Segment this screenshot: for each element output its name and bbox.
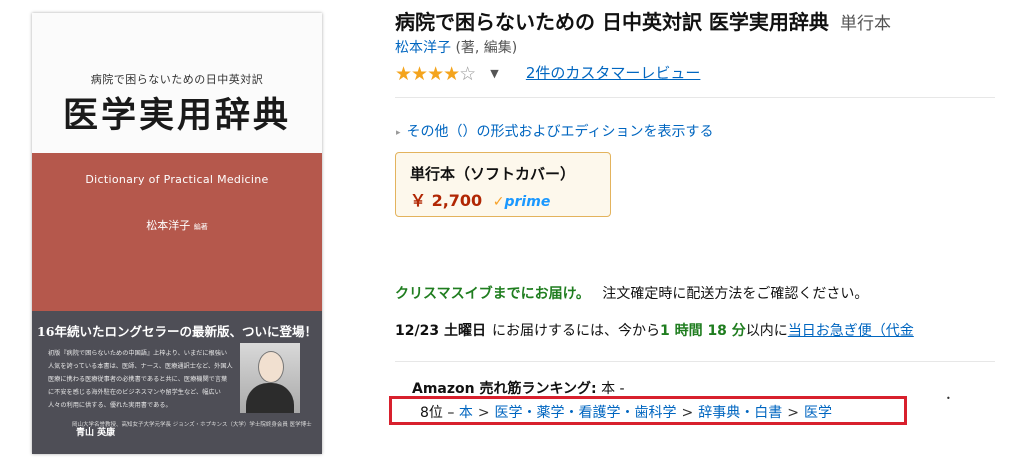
author-role: (著, 編集) xyxy=(451,40,518,56)
cover-author-role: 編著 xyxy=(193,223,208,231)
binding-label: 単行本 xyxy=(840,14,892,34)
breadcrumb-separator: > xyxy=(477,405,490,421)
cover-author: 松本洋子 編著 xyxy=(32,217,322,233)
cover-blurb: 初版『病院で困らないための中国語』上梓より、いまだに根強い人気を誇っている本書は… xyxy=(48,350,233,409)
empty-star-icon: ☆ xyxy=(459,63,476,85)
cover-middle-band: Dictionary of Practical Medicine 松本洋子 編著 xyxy=(32,153,322,311)
cover-recommender: 岡山大学名誉教授、高知女子大学元学長 ジョンズ・ホプキンス（大学）学士院終身会員… xyxy=(72,421,312,438)
photo-suit-shape xyxy=(246,383,294,413)
format-name: 単行本（ソフトカバー） xyxy=(410,165,576,183)
recommender-role: 医学博士 xyxy=(289,422,312,428)
prime-check-icon: ✓ xyxy=(492,194,505,210)
breadcrumb-link-medicine-pharmacy[interactable]: 医学・薬学・看護学・歯科学 xyxy=(495,405,677,421)
breadcrumb-link-books[interactable]: 本 xyxy=(459,405,473,421)
format-price-row: ￥ 2,700 ✓prime xyxy=(410,187,550,211)
delivery-eta-row: 12/23 土曜日 にお届けするには、今から1 時間 18 分以内に当日お急ぎ便（… xyxy=(395,320,914,340)
delivery-note: 注文確定時に配送方法をご確認ください。 xyxy=(602,286,869,302)
cover-top-panel: 病院で困らないための日中英対訳 医学実用辞典 xyxy=(32,13,322,153)
delivery-promo-row: クリスマスイブまでにお届け。 注文確定時に配送方法をご確認ください。 xyxy=(395,283,868,303)
dot-mark: • xyxy=(946,394,951,403)
order-countdown: 1 時間 18 分 xyxy=(659,323,746,339)
recommender-photo xyxy=(240,343,300,413)
recommender-name: 青山 英康 xyxy=(76,428,116,438)
other-formats-label: その他（）の形式およびエディションを表示する xyxy=(406,124,714,140)
chevron-down-icon[interactable]: ▼ xyxy=(490,67,498,80)
category-rank-breadcrumb: 8位 – 本 > 医学・薬学・看護学・歯科学 > 辞事典・白書 > 医学 xyxy=(420,402,832,422)
breadcrumb-link-medicine[interactable]: 医学 xyxy=(804,405,832,421)
breadcrumb-separator: > xyxy=(681,405,694,421)
cover-series-text: 病院で困らないための日中英対訳 xyxy=(90,73,264,86)
book-cover-image[interactable]: 病院で困らないための日中英対訳 医学実用辞典 Dictionary of Pra… xyxy=(32,13,322,454)
sales-rank-label: Amazon 売れ筋ランキング: 本 - xyxy=(412,378,625,398)
rank-position: 8位 – xyxy=(420,405,459,421)
divider xyxy=(395,97,995,98)
christmas-delivery-promo: クリスマスイブまでにお届け。 xyxy=(395,286,590,302)
author-line: 松本洋子 (著, 編集) xyxy=(395,37,517,57)
other-formats-link[interactable]: ▸ その他（）の形式およびエディションを表示する xyxy=(396,121,714,141)
format-price: ￥ 2,700 xyxy=(410,191,483,210)
filled-stars-icon: ★★★★ xyxy=(395,63,460,85)
customer-reviews-link[interactable]: 2件のカスタマーレビュー xyxy=(526,64,701,82)
breadcrumb-separator: > xyxy=(787,405,800,421)
delivery-date: 12/23 土曜日 xyxy=(395,323,486,339)
delivery-text-before: にお届けするには、今から xyxy=(491,323,660,339)
product-title: 病院で困らないための 日中英対訳 医学実用辞典 xyxy=(395,10,829,34)
format-option-softcover[interactable]: 単行本（ソフトカバー） ￥ 2,700 ✓prime xyxy=(395,152,611,217)
delivery-text-after: 以内に xyxy=(745,323,788,339)
prime-badge-icon: ✓prime xyxy=(492,194,551,210)
same-day-delivery-link[interactable]: 当日お急ぎ便（代金 xyxy=(788,323,914,339)
breadcrumb-link-dictionaries[interactable]: 辞事典・白書 xyxy=(698,405,782,421)
triangle-right-icon: ▸ xyxy=(396,128,401,138)
sales-rank-heading: Amazon 売れ筋ランキング: xyxy=(412,381,597,397)
cover-english-title: Dictionary of Practical Medicine xyxy=(85,173,269,186)
sales-rank-category: 本 - xyxy=(596,381,625,397)
cover-bottom-panel: 16年続いたロングセラーの最新版、ついに登場！ 初版『病院で困らないための中国語… xyxy=(32,311,322,454)
cover-catchcopy: 16年続いたロングセラーの最新版、ついに登場！ xyxy=(37,324,317,339)
cover-title-text: 医学実用辞典 xyxy=(62,95,291,136)
photo-head-shape xyxy=(258,351,284,383)
star-rating[interactable]: ★★★★☆ xyxy=(395,63,476,85)
rating-row: ★★★★☆ ▼ 2件のカスタマーレビュー xyxy=(395,62,700,85)
product-title-row: 病院で困らないための 日中英対訳 医学実用辞典 単行本 xyxy=(395,6,891,35)
divider xyxy=(395,361,995,362)
author-link[interactable]: 松本洋子 xyxy=(395,40,451,56)
cover-author-name: 松本洋子 xyxy=(146,219,191,232)
